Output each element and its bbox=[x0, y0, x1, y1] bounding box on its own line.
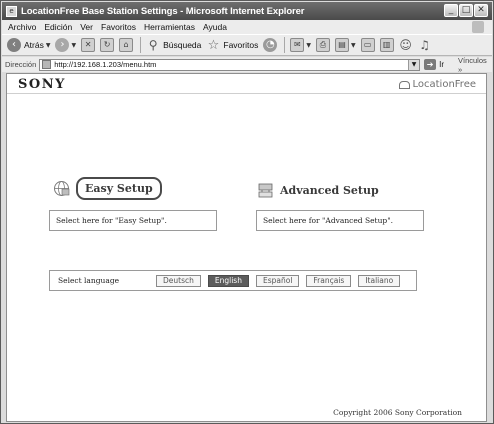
lang-italiano-button[interactable]: Italiano bbox=[358, 274, 401, 287]
research-icon: ▥ bbox=[379, 38, 394, 52]
mail-button[interactable]: ✉ ▼ bbox=[290, 38, 311, 52]
discuss-icon: ▭ bbox=[360, 38, 375, 52]
menu-favoritos[interactable]: Favoritos bbox=[101, 22, 136, 32]
messenger-icon: ☺ bbox=[399, 38, 412, 52]
window-title: LocationFree Base Station Settings - Mic… bbox=[21, 5, 305, 17]
page-icon bbox=[42, 60, 52, 69]
history-icon: ◔ bbox=[263, 38, 278, 52]
menu-herramientas[interactable]: Herramientas bbox=[144, 22, 195, 32]
search-icon: ⚲ bbox=[148, 38, 158, 52]
refresh-icon: ↻ bbox=[100, 38, 115, 52]
language-label: Select language bbox=[58, 276, 120, 285]
toolbar-separator bbox=[140, 37, 142, 53]
search-label: Búsqueda bbox=[163, 40, 202, 50]
language-selector: Select language Deutsch English Español … bbox=[49, 270, 417, 291]
locationfree-logo: LocationFree bbox=[399, 79, 476, 90]
sony-logo: SONY bbox=[18, 77, 66, 92]
media-button[interactable]: ♫ bbox=[418, 38, 432, 52]
chevron-down-icon[interactable]: ▼ bbox=[351, 42, 356, 49]
chevron-down-icon[interactable]: ▼ bbox=[408, 59, 420, 70]
media-icon: ♫ bbox=[419, 38, 430, 52]
advanced-setup[interactable]: Advanced Setup bbox=[257, 182, 379, 199]
back-arrow-icon: ‹ bbox=[7, 38, 21, 52]
minimize-button[interactable]: _ bbox=[444, 4, 458, 17]
go-button[interactable]: ➔ Ir bbox=[424, 59, 444, 70]
browser-window: e LocationFree Base Station Settings - M… bbox=[0, 0, 494, 424]
address-bar: Dirección http://192.168.1.203/menu.htm … bbox=[2, 56, 492, 74]
chevron-down-icon[interactable]: ▼ bbox=[46, 42, 51, 49]
edit-button[interactable]: ▤ ▼ bbox=[334, 38, 356, 52]
page-content: SONY LocationFree Easy Setup Select here… bbox=[6, 73, 487, 422]
favorites-label: Favoritos bbox=[223, 40, 259, 50]
favorites-button[interactable]: ☆ Favoritos bbox=[206, 37, 259, 53]
forward-button[interactable]: › ▼ bbox=[55, 38, 76, 52]
locationfree-logo-text: LocationFree bbox=[412, 79, 476, 90]
stop-button[interactable]: ✕ bbox=[81, 38, 96, 52]
chevron-down-icon[interactable]: ▼ bbox=[71, 42, 76, 49]
advanced-setup-link[interactable]: Advanced Setup bbox=[280, 184, 379, 197]
back-label: Atrás bbox=[24, 40, 44, 50]
lang-english-button[interactable]: English bbox=[207, 274, 249, 287]
address-label: Dirección bbox=[5, 60, 37, 69]
title-bar: e LocationFree Base Station Settings - M… bbox=[2, 2, 492, 20]
globe-icon bbox=[54, 181, 70, 196]
close-button[interactable]: ✕ bbox=[474, 4, 488, 17]
home-button[interactable]: ⌂ bbox=[119, 38, 134, 52]
menu-bar: Archivo Edición Ver Favoritos Herramient… bbox=[2, 20, 492, 34]
easy-setup-description[interactable]: Select here for "Easy Setup". bbox=[49, 210, 217, 231]
address-url: http://192.168.1.203/menu.htm bbox=[54, 60, 157, 69]
address-input[interactable]: http://192.168.1.203/menu.htm ▼ bbox=[39, 58, 421, 71]
research-button[interactable]: ▥ bbox=[379, 38, 394, 52]
mail-icon: ✉ bbox=[290, 38, 305, 52]
history-button[interactable]: ◔ bbox=[263, 38, 278, 52]
easy-setup[interactable]: Easy Setup bbox=[53, 177, 162, 200]
network-settings-icon bbox=[258, 183, 273, 198]
page-header: SONY LocationFree bbox=[7, 74, 486, 94]
print-button[interactable]: ⎙ bbox=[315, 38, 330, 52]
copyright-text: Copyright 2006 Sony Corporation bbox=[333, 408, 462, 417]
maximize-button[interactable]: □ bbox=[459, 4, 473, 17]
edit-icon: ▤ bbox=[334, 38, 349, 52]
back-button[interactable]: ‹ Atrás ▼ bbox=[7, 38, 50, 52]
toolbar: ‹ Atrás ▼ › ▼ ✕ ↻ ⌂ ⚲ Búsqueda ☆ Favorit… bbox=[2, 34, 492, 56]
lang-espanol-button[interactable]: Español bbox=[255, 274, 300, 287]
discuss-button[interactable]: ▭ bbox=[360, 38, 375, 52]
go-label: Ir bbox=[439, 60, 444, 69]
menu-edicion[interactable]: Edición bbox=[44, 22, 72, 32]
window-controls: _ □ ✕ bbox=[444, 4, 488, 17]
menu-ver[interactable]: Ver bbox=[80, 22, 93, 32]
stop-icon: ✕ bbox=[81, 38, 96, 52]
windows-logo-icon bbox=[472, 21, 484, 33]
toolbar-separator bbox=[284, 37, 286, 53]
advanced-setup-description[interactable]: Select here for "Advanced Setup". bbox=[256, 210, 424, 231]
links-button[interactable]: Vínculos » bbox=[458, 56, 492, 74]
messenger-button[interactable]: ☺ bbox=[399, 38, 413, 52]
ie-app-icon: e bbox=[6, 5, 17, 17]
search-button[interactable]: ⚲ Búsqueda bbox=[146, 38, 202, 52]
chevron-down-icon[interactable]: ▼ bbox=[306, 42, 311, 49]
refresh-button[interactable]: ↻ bbox=[100, 38, 115, 52]
home-icon: ⌂ bbox=[119, 38, 134, 52]
menu-archivo[interactable]: Archivo bbox=[8, 22, 36, 32]
lang-francais-button[interactable]: Français bbox=[306, 274, 352, 287]
star-icon: ☆ bbox=[207, 37, 220, 53]
go-arrow-icon: ➔ bbox=[424, 59, 437, 70]
menu-ayuda[interactable]: Ayuda bbox=[203, 22, 227, 32]
print-icon: ⎙ bbox=[315, 38, 330, 52]
lang-deutsch-button[interactable]: Deutsch bbox=[156, 274, 201, 287]
forward-arrow-icon: › bbox=[55, 38, 70, 52]
easy-setup-link[interactable]: Easy Setup bbox=[76, 177, 162, 200]
locationfree-icon bbox=[399, 80, 411, 89]
